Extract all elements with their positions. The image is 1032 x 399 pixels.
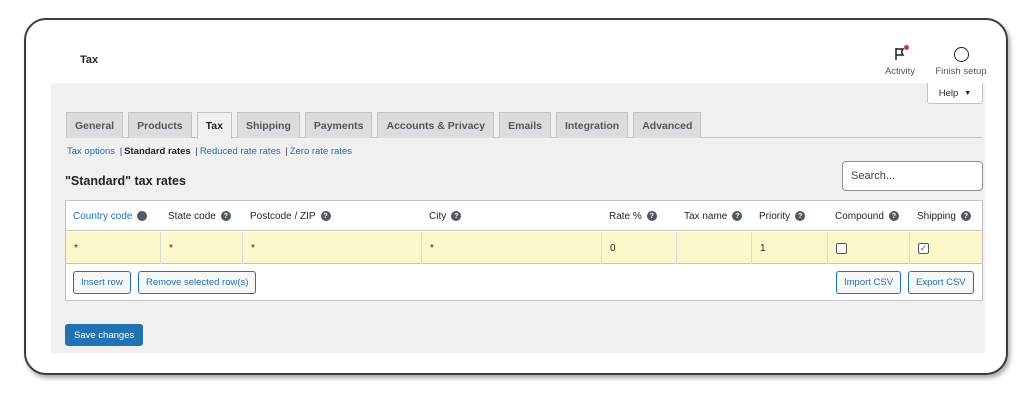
column-compound: Compound? xyxy=(835,201,899,231)
column-postcode: Postcode / ZIP? xyxy=(250,201,331,231)
finish-setup-label: Finish setup xyxy=(935,66,987,77)
table-header: Country code? State code? Postcode / ZIP… xyxy=(66,201,982,231)
help-icon[interactable]: ? xyxy=(220,211,231,221)
help-icon[interactable]: ? xyxy=(795,211,806,221)
browser-frame: Tax Activity Finish setup Help ▼ General… xyxy=(24,18,1008,375)
tab-emails[interactable]: Emails xyxy=(499,112,551,138)
settings-tabs: General Products Tax Shipping Payments A… xyxy=(66,112,982,139)
insert-row-button[interactable]: Insert row xyxy=(73,271,131,294)
cell-state[interactable]: * xyxy=(161,232,243,264)
column-tax-name: Tax name? xyxy=(684,201,743,231)
column-priority: Priority? xyxy=(759,201,806,231)
page-title: Tax xyxy=(80,54,99,66)
cell-city[interactable]: * xyxy=(422,232,602,264)
tab-integration[interactable]: Integration xyxy=(555,112,629,138)
activity-button[interactable]: Activity xyxy=(880,44,920,77)
cell-tax-name[interactable] xyxy=(677,232,752,264)
help-icon[interactable]: ? xyxy=(888,211,899,221)
help-icon[interactable]: ? xyxy=(137,211,148,221)
table-footer: Insert row Remove selected row(s) Import… xyxy=(66,265,982,301)
compound-checkbox[interactable] xyxy=(836,242,847,254)
search-input[interactable] xyxy=(842,161,983,191)
subnav-zero-rates[interactable]: Zero rate rates xyxy=(290,146,352,157)
save-changes-button[interactable]: Save changes xyxy=(65,324,144,346)
cell-priority[interactable]: 1 xyxy=(752,232,828,264)
activity-label: Activity xyxy=(884,66,916,77)
shipping-checkbox[interactable]: ✓ xyxy=(918,242,929,254)
checkmark-icon: ✓ xyxy=(919,242,928,253)
flag-icon xyxy=(893,45,909,61)
help-icon[interactable]: ? xyxy=(320,211,331,221)
notification-dot xyxy=(904,45,909,50)
table-row[interactable]: * * * * 0 1 ✓ xyxy=(66,232,982,264)
section-heading: "Standard" tax rates xyxy=(65,174,186,188)
column-rate: Rate %? xyxy=(609,201,657,231)
tab-accounts-privacy[interactable]: Accounts & Privacy xyxy=(377,112,495,138)
subnav-separator: | xyxy=(119,146,123,157)
cell-postcode[interactable]: * xyxy=(243,232,422,264)
help-icon[interactable]: ? xyxy=(646,211,657,221)
column-city: City? xyxy=(429,201,462,231)
progress-circle-icon xyxy=(953,46,969,62)
help-icon[interactable]: ? xyxy=(732,211,743,221)
export-csv-button[interactable]: Export CSV xyxy=(908,271,974,294)
column-country-code[interactable]: Country code? xyxy=(73,201,148,231)
column-state-code: State code? xyxy=(168,201,231,231)
cell-compound xyxy=(828,232,910,264)
import-csv-button[interactable]: Import CSV xyxy=(836,271,902,294)
help-label: Help xyxy=(938,87,959,99)
top-bar: Tax Activity Finish setup xyxy=(51,39,987,83)
finish-setup-button[interactable]: Finish setup xyxy=(931,44,991,77)
help-icon[interactable]: ? xyxy=(960,211,971,221)
tab-products[interactable]: Products xyxy=(128,112,192,138)
tax-subnav: Tax options | Standard rates | Reduced rat… xyxy=(67,146,352,157)
subnav-separator: | xyxy=(195,146,198,157)
cell-country[interactable]: * xyxy=(66,232,161,264)
remove-rows-button[interactable]: Remove selected row(s) xyxy=(138,271,257,294)
tab-tax[interactable]: Tax xyxy=(196,112,232,139)
tab-payments[interactable]: Payments xyxy=(304,112,373,138)
help-icon[interactable]: ? xyxy=(451,211,462,221)
tax-rates-table: Country code? State code? Postcode / ZIP… xyxy=(65,200,983,301)
caret-down-icon: ▼ xyxy=(964,89,972,97)
subnav-separator: | xyxy=(285,146,288,157)
subnav-tax-options[interactable]: Tax options xyxy=(67,146,115,157)
subnav-standard-rates: Standard rates xyxy=(124,146,191,157)
help-button[interactable]: Help ▼ xyxy=(927,83,983,104)
column-shipping: Shipping? xyxy=(917,201,971,231)
cell-rate[interactable]: 0 xyxy=(602,232,677,264)
admin-page: Tax Activity Finish setup Help ▼ General… xyxy=(51,39,987,353)
tab-advanced[interactable]: Advanced xyxy=(633,112,702,138)
cell-shipping: ✓ xyxy=(910,232,982,264)
tab-shipping[interactable]: Shipping xyxy=(236,112,300,138)
subnav-reduced-rates[interactable]: Reduced rate rates xyxy=(200,146,281,157)
tab-general[interactable]: General xyxy=(66,112,124,138)
